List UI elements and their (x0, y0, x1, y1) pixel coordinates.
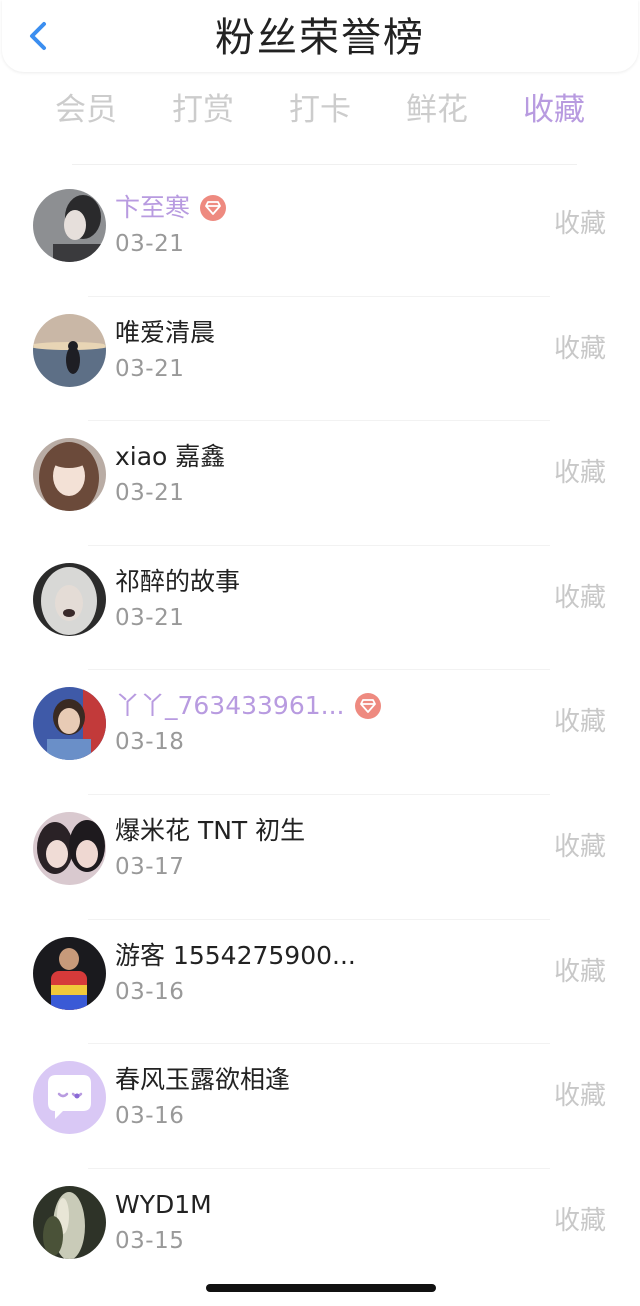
page-title: 粉丝荣誉榜 (215, 15, 425, 61)
fan-date: 03-18 (115, 729, 185, 756)
fan-name: 爆米花 TNT 初生 (115, 815, 306, 845)
fan-date: 03-17 (115, 853, 185, 880)
fan-date: 03-16 (115, 1103, 185, 1130)
action-label: 收藏 (553, 209, 606, 239)
vip-diamond-icon (354, 693, 381, 720)
list-item[interactable]: 春风玉露欲相逢 03-16 收藏 (0, 1044, 640, 1169)
avatar (33, 1185, 106, 1259)
action-label: 收藏 (553, 956, 606, 987)
fan-name: 游客 1554275900... (115, 940, 356, 970)
list-item[interactable]: 丫丫_763433961... 03-18 收藏 (0, 670, 640, 795)
action-label: 收藏 (553, 831, 606, 862)
action-label: 收藏 (553, 1081, 606, 1112)
avatar (33, 811, 106, 885)
list-item[interactable]: xiao 嘉鑫 03-21 收藏 (0, 421, 640, 546)
list-item[interactable]: 爆米花 TNT 初生 03-17 收藏 (0, 795, 640, 920)
fan-date: 03-21 (115, 604, 185, 631)
fan-name: 祁醉的故事 (115, 566, 241, 596)
tab-favorites[interactable]: 收藏 (523, 84, 585, 136)
avatar (33, 687, 106, 761)
home-indicator[interactable] (206, 1284, 436, 1292)
tab-member[interactable]: 会员 (55, 84, 117, 136)
action-label: 收藏 (553, 707, 606, 738)
fan-name: 卞至寒 (115, 193, 191, 222)
tabs-divider (72, 164, 577, 165)
avatar (33, 189, 106, 262)
list-item[interactable]: 游客 1554275900... 03-16 收藏 (0, 920, 640, 1045)
vip-diamond-icon (200, 195, 227, 221)
fan-name: xiao 嘉鑫 (115, 442, 226, 472)
avatar (33, 438, 106, 512)
fan-name: 春风玉露欲相逢 (115, 1065, 291, 1095)
avatar (33, 313, 106, 387)
fan-date: 03-21 (115, 480, 185, 507)
tab-reward[interactable]: 打赏 (172, 84, 234, 136)
fan-name: WYD1M (115, 1189, 212, 1219)
list-item[interactable]: WYD1M 03-15 收藏 (0, 1169, 640, 1294)
action-label: 收藏 (553, 1205, 606, 1236)
tab-flowers[interactable]: 鲜花 (406, 84, 468, 136)
fan-list: 卞至寒 03-21 收藏 唯爱清晨 03-21 收藏 xiao 嘉鑫 03-21… (0, 172, 640, 1293)
avatar (33, 936, 106, 1010)
action-label: 收藏 (553, 333, 606, 364)
fan-date: 03-21 (115, 231, 185, 257)
fan-date: 03-15 (115, 1227, 185, 1254)
fan-date: 03-21 (115, 355, 185, 382)
action-label: 收藏 (553, 458, 606, 489)
tab-checkin[interactable]: 打卡 (289, 84, 351, 136)
action-label: 收藏 (553, 582, 606, 613)
tab-bar: 会员 打赏 打卡 鲜花 收藏 (30, 84, 610, 136)
fan-date: 03-16 (115, 978, 185, 1005)
header-bar: 粉丝荣誉榜 (2, 0, 638, 72)
list-item[interactable]: 唯爱清晨 03-21 收藏 (0, 297, 640, 422)
avatar (33, 562, 106, 636)
fan-name: 唯爱清晨 (115, 317, 216, 347)
avatar (33, 1061, 106, 1135)
fan-name: 丫丫_763433961... (115, 691, 345, 721)
list-item[interactable]: 祁醉的故事 03-21 收藏 (0, 546, 640, 671)
list-item[interactable]: 卞至寒 03-21 收藏 (0, 172, 640, 297)
